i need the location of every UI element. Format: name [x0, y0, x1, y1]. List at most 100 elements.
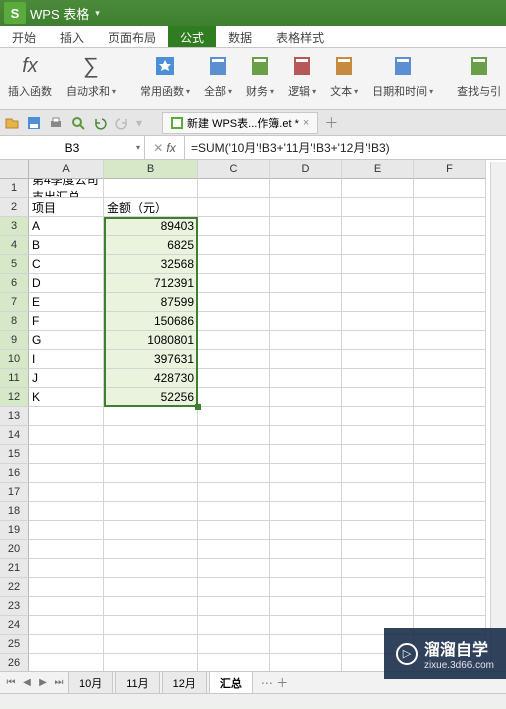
ribbon-autosum[interactable]: ∑ 自动求和▾	[62, 52, 120, 99]
cell[interactable]	[104, 426, 198, 445]
cell[interactable]	[270, 255, 342, 274]
cell[interactable]	[414, 559, 486, 578]
row-header[interactable]: 16	[0, 464, 29, 483]
cancel-icon[interactable]: ✕	[153, 141, 163, 155]
cell[interactable]	[270, 635, 342, 654]
row-header[interactable]: 5	[0, 255, 29, 274]
cell[interactable]	[414, 350, 486, 369]
formula-bar[interactable]: =SUM('10月'!B3+'11月'!B3+'12月'!B3)	[185, 136, 506, 159]
cell[interactable]	[270, 198, 342, 217]
cell[interactable]	[270, 578, 342, 597]
cell[interactable]	[414, 540, 486, 559]
ribbon-insert-function[interactable]: fx 插入函数	[4, 52, 56, 99]
row-header[interactable]: 13	[0, 407, 29, 426]
cell[interactable]	[29, 597, 104, 616]
cell[interactable]	[342, 445, 414, 464]
cell[interactable]	[270, 312, 342, 331]
cell[interactable]	[342, 331, 414, 350]
title-cell[interactable]: 第4季度公司支出汇总	[29, 179, 104, 198]
header-cell[interactable]: 金额（元）	[104, 198, 198, 217]
cell[interactable]	[198, 179, 270, 198]
row-header[interactable]: 7	[0, 293, 29, 312]
cell[interactable]	[414, 274, 486, 293]
ribbon-finance[interactable]: 财务▾	[242, 52, 278, 99]
cell[interactable]	[414, 464, 486, 483]
cell[interactable]	[342, 464, 414, 483]
cell[interactable]	[342, 369, 414, 388]
cell[interactable]	[104, 483, 198, 502]
cell[interactable]	[270, 350, 342, 369]
row-header[interactable]: 19	[0, 521, 29, 540]
sheet-more[interactable]: ⋯ ＋	[255, 674, 294, 691]
cell[interactable]	[198, 559, 270, 578]
cell[interactable]	[342, 559, 414, 578]
ribbon-all-fn[interactable]: 全部▾	[200, 52, 236, 99]
cell[interactable]	[198, 369, 270, 388]
cell[interactable]	[198, 540, 270, 559]
cell[interactable]	[198, 274, 270, 293]
cell[interactable]	[342, 483, 414, 502]
cell[interactable]	[198, 388, 270, 407]
cell[interactable]	[414, 198, 486, 217]
cell[interactable]	[270, 445, 342, 464]
row-header[interactable]: 6	[0, 274, 29, 293]
cell[interactable]	[29, 559, 104, 578]
cell[interactable]	[270, 483, 342, 502]
menu-insert[interactable]: 插入	[48, 26, 96, 47]
cell[interactable]	[342, 521, 414, 540]
cell[interactable]	[342, 255, 414, 274]
cell[interactable]	[104, 559, 198, 578]
cell[interactable]	[342, 597, 414, 616]
app-menu-dropdown-icon[interactable]: ▾	[95, 8, 100, 19]
cell[interactable]	[414, 217, 486, 236]
cell[interactable]	[270, 179, 342, 198]
cell[interactable]	[270, 540, 342, 559]
cell[interactable]	[104, 635, 198, 654]
cell[interactable]	[29, 616, 104, 635]
data-cell[interactable]: 6825	[104, 236, 198, 255]
row-header[interactable]: 17	[0, 483, 29, 502]
cell[interactable]	[198, 407, 270, 426]
cell[interactable]	[414, 388, 486, 407]
cell[interactable]	[414, 255, 486, 274]
cell[interactable]	[270, 293, 342, 312]
data-cell[interactable]: 428730	[104, 369, 198, 388]
cell[interactable]	[198, 350, 270, 369]
row-header[interactable]: 14	[0, 426, 29, 445]
cell[interactable]	[198, 635, 270, 654]
cell[interactable]	[29, 483, 104, 502]
cell[interactable]	[198, 198, 270, 217]
cell[interactable]	[270, 236, 342, 255]
cell[interactable]	[342, 388, 414, 407]
cell[interactable]	[342, 502, 414, 521]
cell[interactable]	[29, 578, 104, 597]
cell[interactable]	[342, 179, 414, 198]
cell[interactable]	[198, 331, 270, 350]
ribbon-text[interactable]: 文本▾	[326, 52, 362, 99]
cell[interactable]	[414, 407, 486, 426]
data-cell[interactable]: 712391	[104, 274, 198, 293]
cell[interactable]	[270, 217, 342, 236]
cell[interactable]	[198, 236, 270, 255]
cell[interactable]	[104, 464, 198, 483]
cell[interactable]	[198, 597, 270, 616]
cell[interactable]	[414, 236, 486, 255]
cell[interactable]	[198, 502, 270, 521]
cell[interactable]	[104, 502, 198, 521]
cell[interactable]	[270, 616, 342, 635]
cell[interactable]	[104, 616, 198, 635]
menu-formula[interactable]: 公式	[168, 26, 216, 47]
cell[interactable]	[342, 198, 414, 217]
menu-start[interactable]: 开始	[0, 26, 48, 47]
row-header[interactable]: 22	[0, 578, 29, 597]
menu-data[interactable]: 数据	[216, 26, 264, 47]
sheet-nav-first[interactable]: ⏮	[4, 675, 18, 691]
cell[interactable]	[414, 578, 486, 597]
new-tab-button[interactable]: ＋	[324, 113, 338, 133]
col-header[interactable]: E	[342, 160, 414, 179]
cell[interactable]	[29, 635, 104, 654]
cell[interactable]	[198, 293, 270, 312]
data-cell[interactable]: 1080801	[104, 331, 198, 350]
cell[interactable]	[270, 597, 342, 616]
ribbon-lookup[interactable]: 查找与引	[453, 52, 505, 99]
